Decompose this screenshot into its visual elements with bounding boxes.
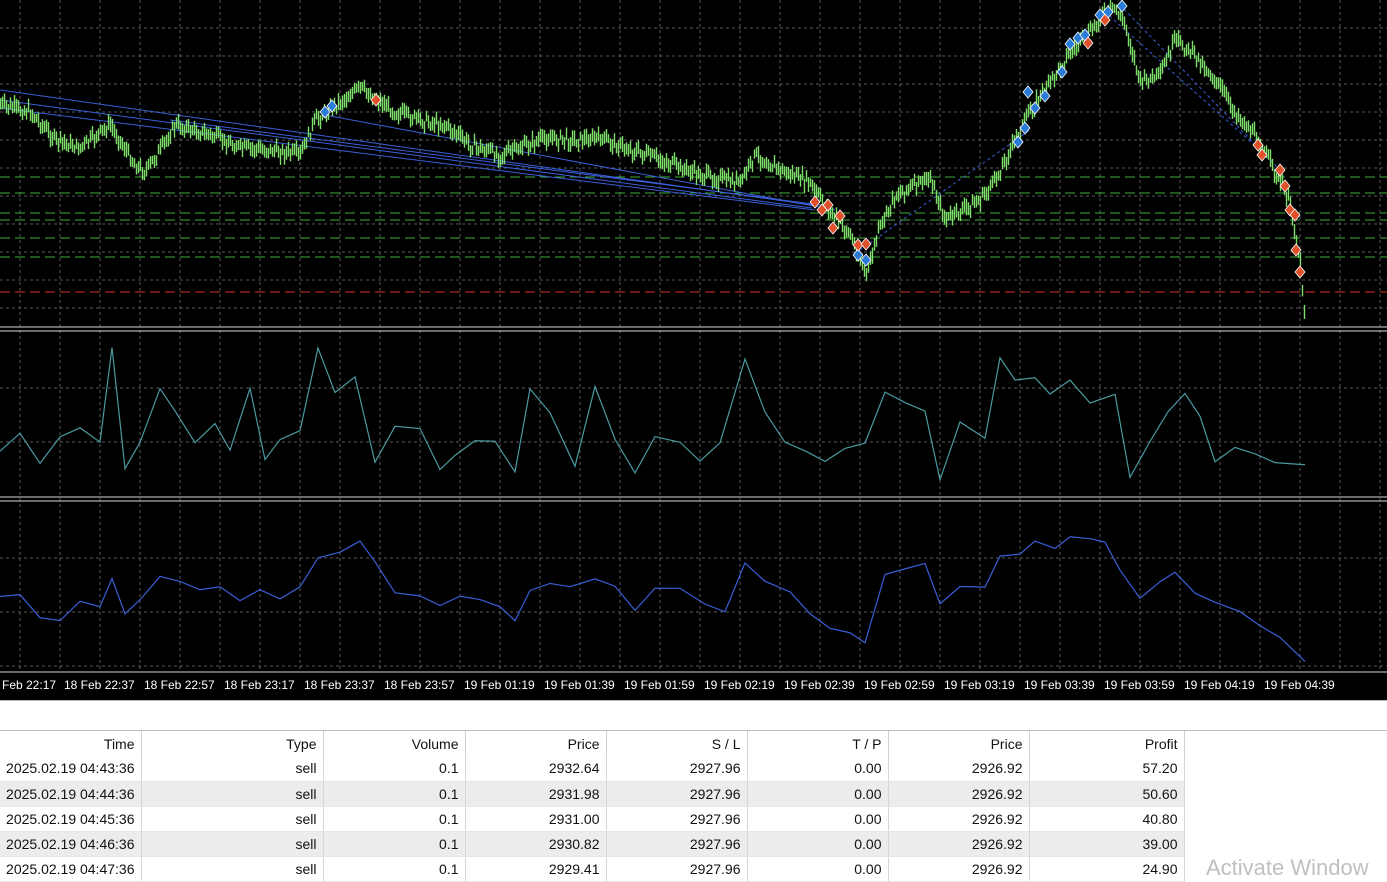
cell-sl: 2927.96 [606,756,748,782]
time-axis-label: 18 Feb 23:37 [304,678,375,692]
time-axis-label: 19 Feb 01:59 [624,678,695,692]
cell-volume: 0.1 [323,756,466,782]
time-axis-label: 19 Feb 03:59 [1104,678,1175,692]
cell-close-price: 2926.92 [888,756,1030,782]
cell-tp: 0.00 [747,831,889,857]
cell-close-price: 2926.92 [888,781,1030,807]
time-axis-label: 19 Feb 02:59 [864,678,935,692]
pane-separators [0,326,1387,673]
time-axis-label: 19 Feb 01:39 [544,678,615,692]
cell-volume: 0.1 [323,781,466,807]
time-axis-label: 19 Feb 02:19 [704,678,775,692]
cell-volume: 0.1 [323,831,466,857]
oscillator-1 [0,345,1306,483]
cell-time: 2025.02.19 04:43:36 [0,756,142,782]
cell-profit: 24.90 [1029,856,1185,882]
sell-marker [860,237,872,251]
cell-price: 2929.41 [465,856,607,882]
cell-price: 2932.64 [465,756,607,782]
cell-sl: 2927.96 [606,856,748,882]
time-axis-label: 19 Feb 03:39 [1024,678,1095,692]
cell-volume: 0.1 [323,806,466,832]
cell-tp: 0.00 [747,781,889,807]
cell-close-price: 2926.92 [888,806,1030,832]
cell-type: sell [141,856,324,882]
table-row[interactable]: 2025.02.19 04:43:36 sell 0.1 2932.64 292… [0,756,1185,782]
trades-panel: Time Type Volume Price S / L T / P Price… [0,730,1387,882]
cell-time: 2025.02.19 04:45:36 [0,806,142,832]
time-axis-label: 19 Feb 01:19 [464,678,535,692]
trend-line [0,107,816,211]
sell-marker [1294,265,1306,279]
cell-profit: 39.00 [1029,831,1185,857]
time-axis-label: 18 Feb 22:37 [64,678,135,692]
col-sl-header[interactable]: S / L [606,731,748,756]
activation-watermark: Activate Window [1206,855,1369,880]
cell-price: 2931.98 [465,781,607,807]
cell-type: sell [141,831,324,857]
cell-type: sell [141,781,324,807]
cell-profit: 50.60 [1029,781,1185,807]
price-chart[interactable]: Feb 22:17 18 Feb 22:37 18 Feb 22:57 18 Feb … [0,0,1387,700]
cell-volume: 0.1 [323,856,466,882]
cell-sl: 2927.96 [606,831,748,857]
table-row[interactable]: 2025.02.19 04:45:36 sell 0.1 2931.00 292… [0,806,1185,832]
col-profit-header[interactable]: Profit [1029,731,1185,756]
cell-close-price: 2926.92 [888,856,1030,882]
time-axis-label: 19 Feb 03:19 [944,678,1015,692]
cell-type: sell [141,806,324,832]
table-row[interactable]: 2025.02.19 04:47:36 sell 0.1 2929.41 292… [0,856,1185,882]
trend-line [859,129,1031,251]
cell-tp: 0.00 [747,856,889,882]
chart-grid [0,0,1387,672]
cell-type: sell [141,756,324,782]
cell-profit: 57.20 [1029,756,1185,782]
time-axis-label: 19 Feb 04:39 [1264,678,1335,692]
oscillator-line [0,536,1306,662]
cell-tp: 0.00 [747,756,889,782]
oscillator-line [0,345,1306,483]
col-time-header[interactable]: Time [0,731,142,756]
cell-sl: 2927.96 [606,781,748,807]
price-levels [0,176,1387,293]
time-axis-label: Feb 22:17 [2,678,57,692]
cell-sl: 2927.96 [606,806,748,832]
trend-line [1104,11,1261,151]
time-axis-label: 18 Feb 23:57 [384,678,455,692]
time-axis-label: 18 Feb 23:17 [224,678,295,692]
cell-price: 2930.82 [465,831,607,857]
col-close-price-header[interactable]: Price [888,731,1030,756]
chart-canvas[interactable] [0,0,1387,700]
trend-line [169,119,821,206]
buy-marker [1022,85,1034,99]
trades-table: Time Type Volume Price S / L T / P Price… [0,731,1185,882]
cell-time: 2025.02.19 04:46:36 [0,831,142,857]
buy-marker [1019,121,1031,135]
cell-time: 2025.02.19 04:44:36 [0,781,142,807]
col-type-header[interactable]: Type [141,731,324,756]
trade-markers [319,0,1306,279]
cell-time: 2025.02.19 04:47:36 [0,856,142,882]
oscillator-2 [0,536,1306,662]
panel-splitter[interactable] [0,700,1387,730]
buy-marker [1039,89,1051,103]
cell-profit: 40.80 [1029,806,1185,832]
trades-header-row: Time Type Volume Price S / L T / P Price… [0,731,1185,756]
table-row[interactable]: 2025.02.19 04:44:36 sell 0.1 2931.98 292… [0,781,1185,807]
col-price-header[interactable]: Price [465,731,607,756]
table-row[interactable]: 2025.02.19 04:46:36 sell 0.1 2930.82 292… [0,831,1185,857]
time-axis-label: 18 Feb 22:57 [144,678,215,692]
col-tp-header[interactable]: T / P [747,731,889,756]
time-axis-label: 19 Feb 02:39 [784,678,855,692]
cell-tp: 0.00 [747,806,889,832]
sell-marker [809,195,821,209]
time-axis-label: 19 Feb 04:19 [1184,678,1255,692]
candles [0,0,1306,319]
cell-price: 2931.00 [465,806,607,832]
col-volume-header[interactable]: Volume [323,731,466,756]
cell-close-price: 2926.92 [888,831,1030,857]
